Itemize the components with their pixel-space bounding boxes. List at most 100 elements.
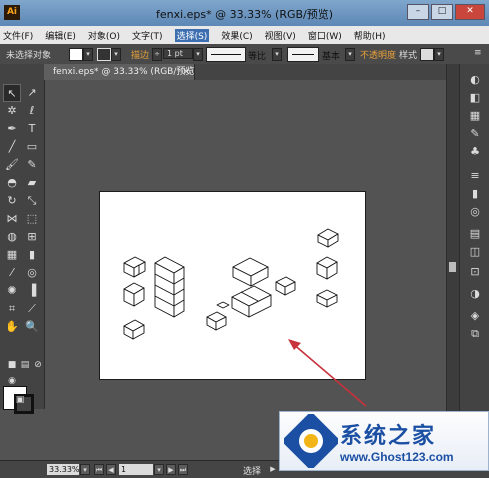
brushes-panel-icon[interactable]: ✎ [467, 126, 483, 142]
rotate-tool-icon[interactable]: ↻ [3, 192, 21, 210]
type-tool-icon[interactable]: T [23, 120, 41, 138]
stroke-weight-stepper[interactable]: ÷ [152, 48, 162, 61]
brush-definition[interactable] [287, 47, 319, 62]
tab-close-icon[interactable]: × [182, 64, 190, 80]
iso-block-5 [275, 276, 296, 296]
eraser-tool-icon[interactable]: ▰ [23, 174, 41, 192]
stroke-panel-icon[interactable]: ≡ [467, 168, 483, 184]
current-tool-status: 选择 [243, 467, 262, 477]
tools-panel: ↖ ↗ ✲ ℓ ✒ T ╱ ▭ 🖌 ✎ ◓ ▰ ↻ ⤡ ⋈ ⬚ ◍ ⊞ ▦ ▮ … [0, 64, 45, 414]
zoom-dropdown[interactable]: ▾ [80, 464, 90, 475]
menu-object[interactable]: 对象(O) [88, 29, 120, 42]
screen-mode-icon[interactable]: ▣ [11, 391, 29, 409]
perspective-grid-tool-icon[interactable]: ⊞ [23, 228, 41, 246]
swatches-panel-icon[interactable]: ▦ [467, 108, 483, 124]
transparency-panel-icon[interactable]: ◎ [467, 204, 483, 220]
blend-tool-icon[interactable]: ◎ [23, 264, 41, 282]
zoom-level-field[interactable]: 33.33% [47, 464, 80, 475]
control-bar-menu-icon[interactable]: ≡ [474, 48, 482, 58]
menu-effect[interactable]: 效果(C) [221, 29, 252, 42]
graphic-style-swatch[interactable] [420, 48, 434, 61]
document-tab[interactable]: fenxi.eps* @ 33.33% (RGB/预览) × [44, 64, 198, 80]
free-transform-tool-icon[interactable]: ⬚ [23, 210, 41, 228]
mesh-tool-icon[interactable]: ▦ [3, 246, 21, 264]
direct-selection-tool-icon[interactable]: ↗ [23, 84, 41, 102]
hand-tool-icon[interactable]: ✋ [3, 318, 21, 336]
menu-window[interactable]: 窗口(W) [308, 29, 342, 42]
menu-help[interactable]: 帮助(H) [354, 29, 386, 42]
menu-file[interactable]: 文件(F) [3, 29, 33, 42]
fill-dropdown[interactable]: ▾ [83, 48, 93, 61]
pencil-tool-icon[interactable]: ✎ [23, 156, 41, 174]
iso-tall-stack [154, 256, 185, 318]
last-artboard-button[interactable]: ⏭ [178, 464, 188, 475]
watermark-logo: 系统之家 www.Ghost123.com [279, 411, 489, 471]
iso-block-7 [206, 301, 230, 331]
paintbrush-tool-icon[interactable]: 🖌 [3, 156, 21, 174]
minimize-button[interactable]: – [407, 4, 429, 20]
magic-wand-tool-icon[interactable]: ✲ [3, 102, 21, 120]
appearance-panel-icon[interactable]: ▤ [467, 226, 483, 242]
variable-width-profile[interactable] [206, 47, 246, 62]
align-panel-icon[interactable]: ⊡ [467, 264, 483, 280]
symbols-panel-icon[interactable]: ♣ [467, 144, 483, 160]
lasso-tool-icon[interactable]: ℓ [23, 102, 41, 120]
iso-block-3 [123, 319, 145, 340]
column-graph-tool-icon[interactable]: ▐ [23, 282, 41, 300]
tab-strip [195, 64, 457, 80]
iso-block-9 [316, 256, 338, 280]
stroke-weight-dropdown[interactable]: ▾ [193, 48, 203, 61]
selection-tool-icon[interactable]: ↖ [3, 84, 21, 102]
artboard-number-field[interactable]: 1 [119, 464, 153, 475]
isometric-artwork[interactable] [99, 191, 366, 380]
stroke-weight-field[interactable]: 1 pt [163, 48, 193, 59]
profile-ratio-label: 等比 [248, 52, 267, 62]
gradient-panel-icon[interactable]: ▮ [467, 186, 483, 202]
menu-select[interactable]: 选择(S) [174, 28, 210, 42]
width-tool-icon[interactable]: ⋈ [3, 210, 21, 228]
menu-view[interactable]: 视图(V) [265, 29, 296, 42]
scroll-thumb[interactable] [449, 262, 456, 272]
symbol-sprayer-tool-icon[interactable]: ✺ [3, 282, 21, 300]
stroke-color-dropdown[interactable]: ▾ [111, 48, 121, 61]
stroke-weight-label[interactable]: 描边 [131, 48, 149, 61]
graphic-styles-panel-icon[interactable]: ◫ [467, 244, 483, 260]
graphic-style-dropdown[interactable]: ▾ [434, 48, 444, 61]
previous-artboard-button[interactable]: ◀ [106, 464, 116, 475]
opacity-label[interactable]: 不透明度 [360, 48, 396, 61]
blob-brush-tool-icon[interactable]: ◓ [3, 174, 21, 192]
fill-swatch[interactable] [69, 48, 83, 61]
close-button[interactable]: ✕ [455, 4, 485, 20]
draw-mode-icon[interactable]: ◉ [3, 372, 21, 390]
color-guide-icon[interactable]: ◧ [467, 90, 483, 106]
first-artboard-button[interactable]: ⏮ [94, 464, 104, 475]
artboard-dropdown[interactable]: ▾ [154, 464, 164, 475]
title-bar: Ai fenxi.eps* @ 33.33% (RGB/预览) – □ ✕ [0, 0, 489, 26]
iso-block-2 [123, 282, 145, 307]
stroke-swatch[interactable] [97, 48, 111, 61]
brush-dropdown[interactable]: ▾ [345, 48, 355, 61]
artboard-tool-icon[interactable]: ⌗ [3, 300, 21, 318]
color-panel-icon[interactable]: ◐ [467, 72, 483, 88]
scale-tool-icon[interactable]: ⤡ [23, 192, 41, 210]
slice-tool-icon[interactable]: ⟋ [23, 300, 41, 318]
rectangle-tool-icon[interactable]: ▭ [23, 138, 41, 156]
menu-type[interactable]: 文字(T) [132, 29, 163, 42]
eyedropper-tool-icon[interactable]: ⁄ [3, 264, 21, 282]
layers-panel-icon[interactable]: ◈ [467, 308, 483, 324]
artboards-panel-icon[interactable]: ⧉ [467, 326, 483, 342]
brush-basic-label: 基本 [322, 52, 341, 62]
pen-tool-icon[interactable]: ✒ [3, 120, 21, 138]
pathfinder-panel-icon[interactable]: ◑ [467, 286, 483, 302]
vertical-scrollbar[interactable] [446, 64, 459, 460]
line-tool-icon[interactable]: ╱ [3, 138, 21, 156]
next-artboard-button[interactable]: ▶ [166, 464, 176, 475]
profile-dropdown[interactable]: ▾ [272, 48, 282, 61]
status-menu-arrow[interactable]: ▶ [268, 464, 278, 475]
zoom-tool-icon[interactable]: 🔍 [23, 318, 41, 336]
gradient-tool-icon[interactable]: ▮ [23, 246, 41, 264]
iso-block-8 [317, 228, 339, 248]
menu-edit[interactable]: 编辑(E) [45, 29, 76, 42]
shape-builder-tool-icon[interactable]: ◍ [3, 228, 21, 246]
maximize-button[interactable]: □ [431, 4, 453, 20]
